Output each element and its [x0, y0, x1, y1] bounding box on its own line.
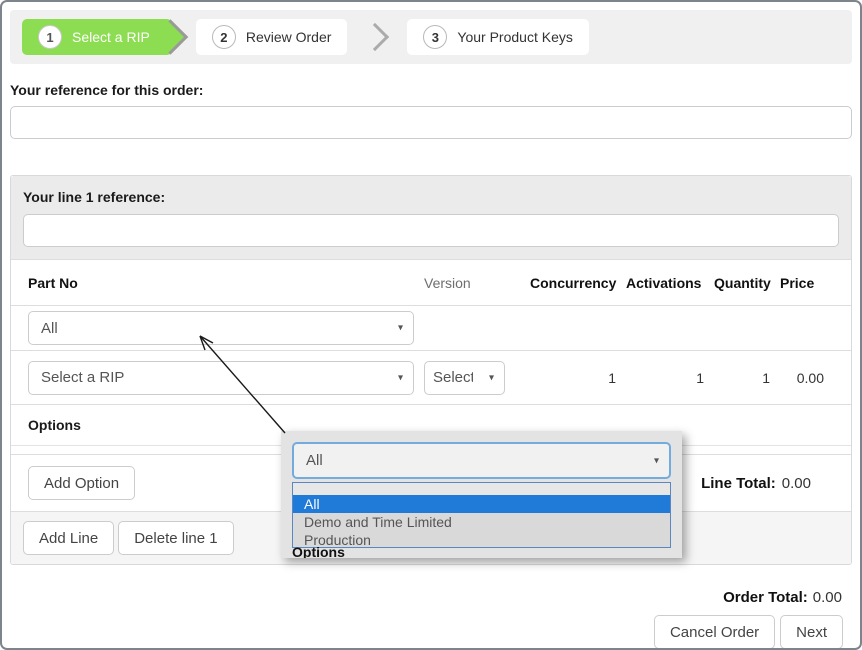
- column-header-price: Price: [780, 275, 824, 291]
- line-total-value: 0.00: [782, 475, 811, 492]
- column-header-concurrency: Concurrency: [530, 275, 616, 291]
- step-select-a-rip[interactable]: 1 Select a RIP: [22, 19, 172, 55]
- cancel-order-button[interactable]: Cancel Order: [654, 615, 775, 649]
- column-header-version: Version: [424, 275, 520, 291]
- dropdown-popup-snippet: All ▾ All Demo and Time Limited Producti…: [281, 431, 682, 558]
- dropdown-option-production[interactable]: Production: [293, 531, 670, 549]
- order-total-label: Order Total:: [723, 589, 808, 606]
- step-label: Your Product Keys: [457, 29, 572, 45]
- next-button[interactable]: Next: [780, 615, 843, 649]
- step-arrow-icon: [153, 19, 188, 54]
- version-select[interactable]: Select ▾: [424, 361, 505, 395]
- rip-select[interactable]: Select a RIP ▾: [28, 361, 414, 395]
- step-number-badge: 2: [212, 25, 236, 49]
- dropdown-option-demo-and-time-limited[interactable]: Demo and Time Limited: [293, 513, 670, 531]
- rip-filter-row: All ▾: [11, 305, 851, 350]
- dropdown-caret-icon: ▾: [489, 372, 494, 383]
- column-header-part-no: Part No: [28, 275, 414, 291]
- chevron-right-icon: [361, 23, 389, 51]
- step-number-badge: 1: [38, 25, 62, 49]
- column-header-quantity: Quantity: [714, 275, 770, 291]
- delete-line-button[interactable]: Delete line 1: [118, 521, 233, 555]
- dropdown-caret-icon: ▾: [398, 372, 403, 383]
- line-table-header: Part No Version Concurrency Activations …: [11, 260, 851, 305]
- price-value: 0.00: [780, 370, 824, 386]
- popup-clipped-options-label: Options: [292, 544, 345, 558]
- column-header-activations: Activations: [626, 275, 704, 291]
- step-label: Review Order: [246, 29, 332, 45]
- options-label: Options: [28, 417, 81, 433]
- line-reference-input[interactable]: [23, 214, 839, 247]
- rip-filter-select-value: All: [41, 320, 58, 337]
- order-total-value: 0.00: [813, 589, 842, 606]
- activations-value: 1: [626, 370, 704, 386]
- line-reference-label: Your line 1 reference:: [23, 189, 839, 205]
- step-number-badge: 3: [423, 25, 447, 49]
- concurrency-value: 1: [530, 370, 616, 386]
- step-label: Select a RIP: [72, 29, 150, 45]
- order-total: Order Total: 0.00: [10, 589, 852, 606]
- dropdown-caret-icon: ▾: [654, 455, 659, 466]
- dropdown-option-list: All Demo and Time Limited Production: [292, 482, 671, 548]
- wizard-stepper: 1 Select a RIP 2 Review Order 3 Your Pro…: [10, 10, 852, 64]
- add-line-button[interactable]: Add Line: [23, 521, 114, 555]
- bottom-actions: Cancel Order Next: [10, 615, 852, 649]
- popup-rip-filter-select[interactable]: All ▾: [292, 442, 671, 479]
- dropdown-caret-icon: ▾: [398, 323, 403, 334]
- quantity-value: 1: [714, 370, 770, 386]
- order-reference-label: Your reference for this order:: [10, 82, 852, 98]
- step-your-product-keys[interactable]: 3 Your Product Keys: [407, 19, 588, 55]
- dropdown-option-all[interactable]: All: [293, 495, 670, 513]
- rip-filter-select[interactable]: All ▾: [28, 311, 414, 345]
- rip-selection-row: Select a RIP ▾ Select ▾ 1 1 1 0.00: [11, 350, 851, 404]
- add-option-button[interactable]: Add Option: [28, 466, 135, 500]
- step-review-order[interactable]: 2 Review Order: [196, 19, 348, 55]
- line-total-label: Line Total:: [701, 475, 776, 492]
- popup-select-value: All: [306, 452, 323, 469]
- line-reference-section: Your line 1 reference:: [11, 176, 851, 260]
- line-total: Line Total: 0.00: [701, 475, 811, 492]
- order-reference-input[interactable]: [10, 106, 852, 139]
- dropdown-list-padding: [293, 483, 670, 495]
- order-wizard-page: 1 Select a RIP 2 Review Order 3 Your Pro…: [0, 0, 862, 650]
- rip-select-value: Select a RIP: [41, 369, 124, 386]
- version-select-value: Select: [433, 369, 473, 386]
